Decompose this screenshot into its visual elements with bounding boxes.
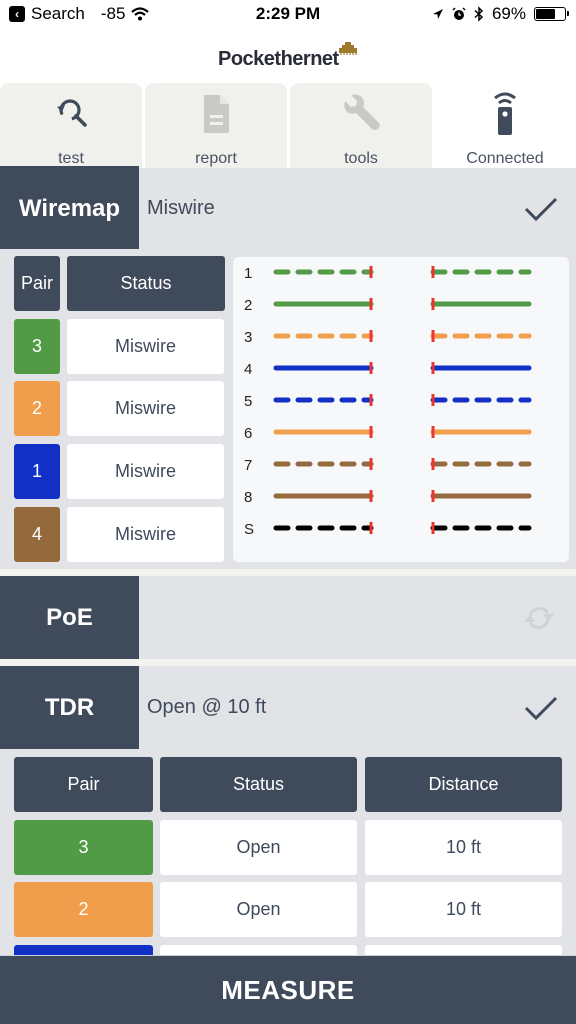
wiremap-status-header: Status	[67, 256, 225, 311]
status-bar-right: 69%	[432, 4, 569, 24]
location-arrow-icon	[432, 9, 443, 19]
tab-test[interactable]: test	[0, 83, 142, 168]
tdr-label: TDR	[0, 666, 139, 749]
tdr-distance-cell: 10 ft	[365, 820, 562, 875]
ethernet-port-logo-icon	[339, 42, 357, 55]
tab-connection-status[interactable]: Connected	[434, 83, 576, 168]
section-divider	[0, 659, 576, 666]
remote-device-icon	[494, 92, 516, 135]
wire-label: 2	[244, 297, 252, 314]
tdr-distance-header: Distance	[365, 757, 562, 812]
refresh-icon	[524, 606, 554, 629]
tdr-pair-cell: 3	[14, 820, 153, 875]
wiremap-pair-cell: 3	[14, 319, 60, 374]
checkmark-icon	[524, 696, 558, 720]
wiremap-pair-header: Pair	[14, 256, 60, 311]
battery-percent: 69%	[491, 4, 526, 23]
document-icon	[204, 95, 229, 133]
wire-label: 7	[244, 457, 252, 474]
wiremap-result: Miswire	[147, 197, 215, 219]
wire-label: 6	[244, 425, 252, 442]
wiremap-pair-cell: 1	[14, 444, 60, 499]
wiremap-section-header[interactable]: Wiremap Miswire	[0, 168, 576, 249]
wire-label: S	[244, 521, 254, 538]
wiremap-pair-cell: 4	[14, 507, 60, 562]
battery-icon	[534, 7, 569, 21]
tdr-result: Open @ 10 ft	[147, 696, 267, 718]
wiremap-diagram: 1 2 3 4 5 6 7 8 S	[233, 257, 569, 562]
wiremap-diagram-svg: 1 2 3 4 5 6 7 8 S	[244, 265, 532, 538]
wire-label: 3	[244, 329, 252, 346]
tab-label: Connected	[466, 150, 544, 167]
wire-label: 5	[244, 393, 252, 410]
app-header: Pockethernet	[0, 30, 576, 82]
wiremap-status-cell: Miswire	[67, 507, 224, 562]
tdr-pair-header: Pair	[14, 757, 153, 812]
alarm-icon	[452, 7, 466, 20]
poe-label: PoE	[0, 576, 139, 659]
tdr-status-header: Status	[160, 757, 357, 812]
section-divider	[0, 569, 576, 576]
wire-label: 1	[244, 265, 252, 282]
brand-logo: Pockethernet	[218, 48, 339, 70]
wiremap-pair-cell: 2	[14, 381, 60, 436]
tdr-status-cell: Open	[160, 820, 357, 875]
wiremap-label: Wiremap	[0, 168, 139, 249]
wiremap-status-cell: Miswire	[67, 381, 224, 436]
search-refresh-icon	[57, 99, 87, 127]
battery-level	[536, 9, 556, 19]
tab-label: report	[195, 150, 237, 167]
wiremap-status-cell: Miswire	[67, 444, 224, 499]
wrench-icon	[344, 94, 380, 130]
tab-report[interactable]: report	[145, 83, 287, 168]
tab-tools[interactable]: tools	[290, 83, 432, 168]
status-bar: ‹ Search -85 2:29 PM 69%	[0, 0, 576, 30]
tdr-section-header[interactable]: TDR Open @ 10 ft	[0, 666, 576, 749]
wiremap-status-cell: Miswire	[67, 319, 224, 374]
wire-label: 8	[244, 489, 252, 506]
bluetooth-icon	[474, 6, 484, 22]
tdr-pair-cell: 2	[14, 882, 153, 937]
checkmark-icon	[524, 197, 558, 221]
measure-button[interactable]: MEASURE	[0, 955, 576, 1024]
tdr-distance-cell: 10 ft	[365, 882, 562, 937]
tab-bar: test report tools Connected	[0, 82, 576, 168]
tab-label: tools	[344, 150, 378, 167]
poe-section-header[interactable]: PoE	[0, 576, 576, 659]
tdr-status-cell: Open	[160, 882, 357, 937]
wire-label: 4	[244, 361, 252, 378]
